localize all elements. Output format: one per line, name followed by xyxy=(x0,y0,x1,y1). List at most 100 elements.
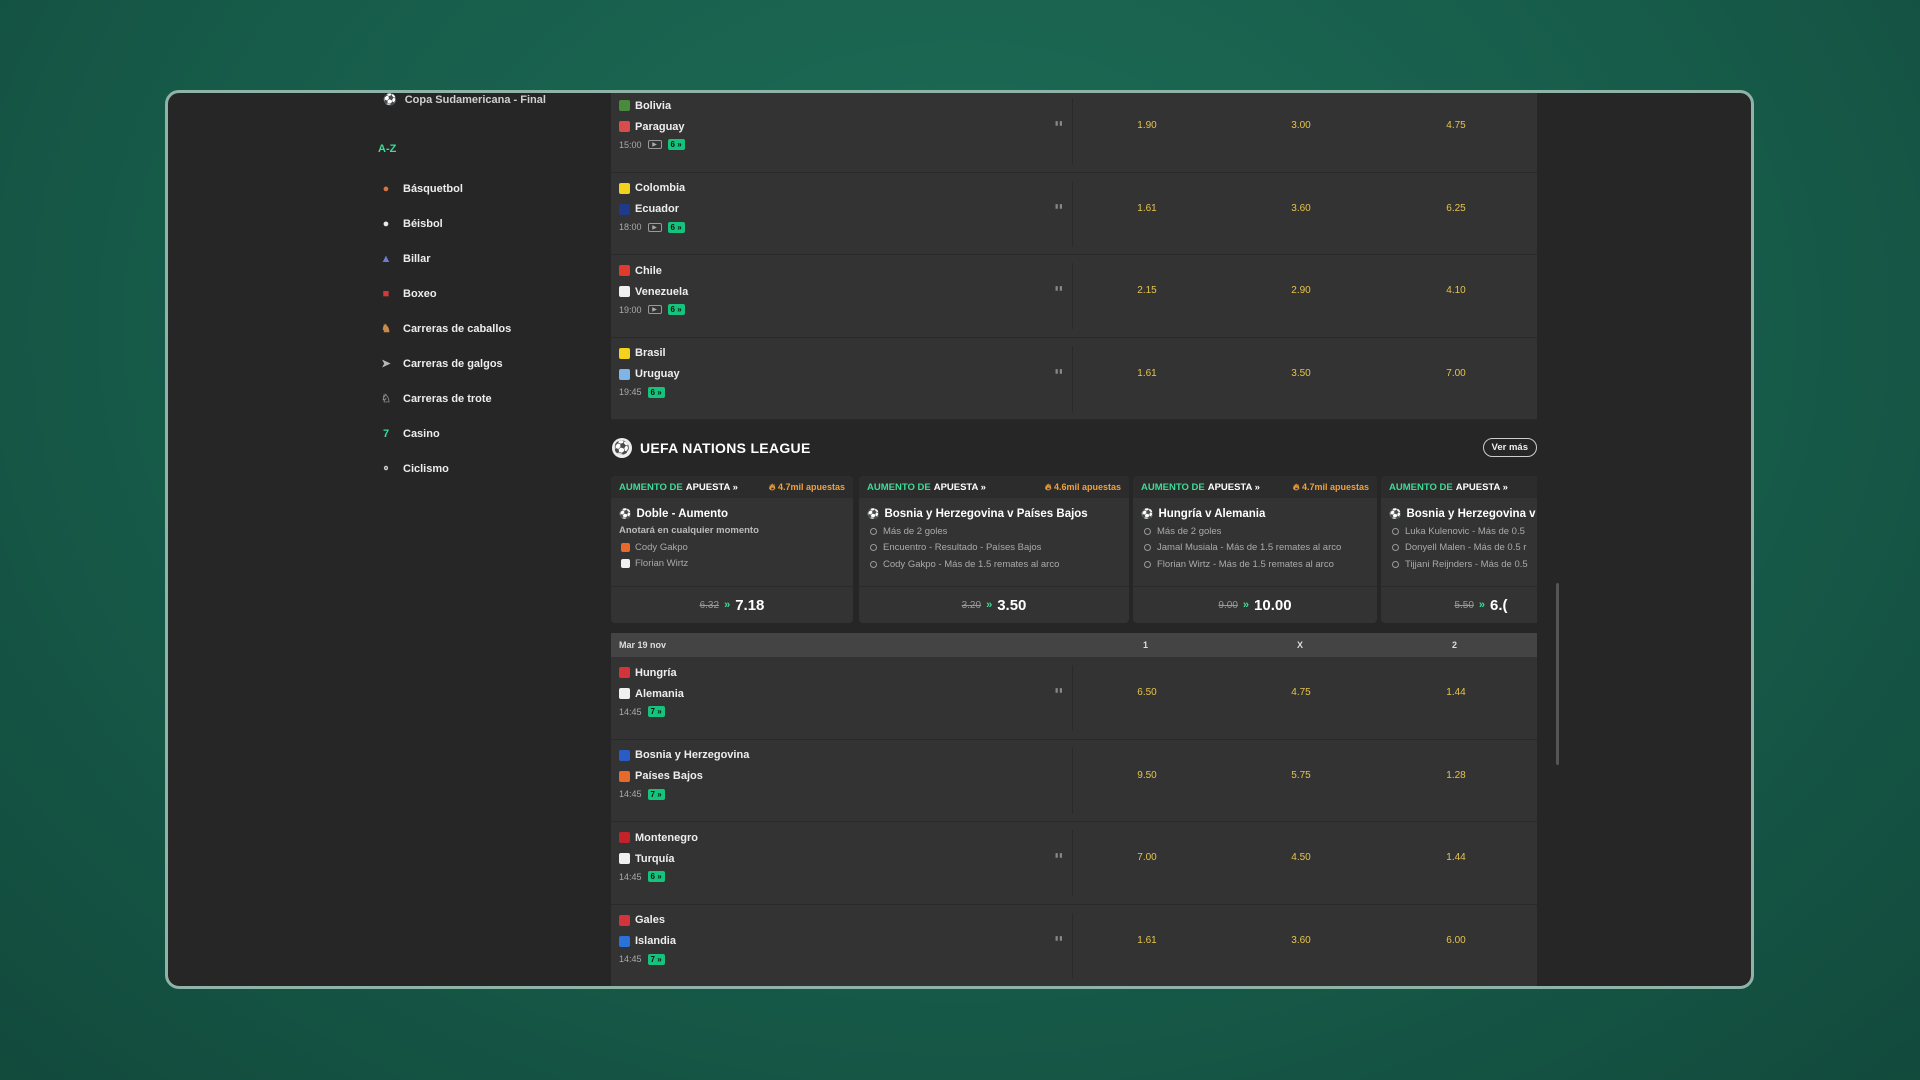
sidebar-item-sport[interactable]: ● Béisbol xyxy=(378,206,511,241)
team-home: Brasil xyxy=(619,343,680,364)
match-row[interactable]: Brasil Uruguay 19:45 6 » ▮▮ 1.61 3.50 7.00 xyxy=(611,337,1537,420)
sidebar-item-sport[interactable]: ⚬ Ciclismo xyxy=(378,451,511,486)
odds-draw-button[interactable]: 3.00 xyxy=(1271,120,1331,131)
boost-header: AUMENTO DE APUESTA » 🔥︎ 4.7mil apuestas xyxy=(1133,476,1377,498)
boost-price-button[interactable]: 3.20 » 3.50 xyxy=(859,586,1129,623)
markets-count-badge[interactable]: 6 » xyxy=(667,304,685,315)
boost-legs: Más de 2 goles Encuentro - Resultado - Pa… xyxy=(859,520,1129,573)
sidebar-item-label: Boxeo xyxy=(403,287,437,300)
horse-icon: ♞ xyxy=(381,323,391,335)
markets-count-badge[interactable]: 6 » xyxy=(667,221,685,233)
sidebar-item-label: Básquetbol xyxy=(403,182,463,195)
odds-home-button[interactable]: 6.50 xyxy=(1117,687,1177,698)
team-name: Gales xyxy=(635,914,665,926)
odds-home-button[interactable]: 1.61 xyxy=(1117,203,1177,214)
odds-home-button[interactable]: 1.61 xyxy=(1117,368,1177,379)
see-more-button[interactable]: Ver más xyxy=(1482,438,1537,457)
odds-away-button[interactable]: 7.00 xyxy=(1426,368,1486,379)
odds-home-button[interactable]: 1.90 xyxy=(1117,120,1177,131)
sidebar-item-sport[interactable]: ➤ Carreras de galgos xyxy=(378,346,511,381)
team-shirt-icon xyxy=(619,347,630,359)
stats-icon[interactable]: ▮▮ xyxy=(1055,687,1064,694)
stats-icon[interactable]: ▮▮ xyxy=(1055,368,1064,375)
sidebar-item-sport[interactable]: ♘ Carreras de trote xyxy=(378,381,511,416)
kickoff-time: 19:00 xyxy=(619,304,642,315)
odds-away-button[interactable]: 6.25 xyxy=(1426,203,1486,214)
boost-price-button[interactable]: 5.50 » 6.( xyxy=(1381,586,1537,623)
sidebar-item-sport[interactable]: ♞ Carreras de caballos xyxy=(378,311,511,346)
stats-icon[interactable]: ▮▮ xyxy=(1055,852,1064,859)
markets-count-badge[interactable]: 6 » xyxy=(647,871,665,882)
match-row[interactable]: Hungría Alemania 14:45 7 » ▮▮ 6.50 4.75 1.44 xyxy=(611,657,1537,740)
stats-icon[interactable]: ▮▮ xyxy=(1055,285,1064,292)
stats-icon[interactable]: ▮▮ xyxy=(1055,203,1064,210)
live-stream-icon[interactable]: ▶ xyxy=(647,140,662,149)
boost-card[interactable]: AUMENTO DE APUESTA » 🔥︎ 4.7mil apuestas ⚽ Do… xyxy=(611,476,853,623)
odds-away-button[interactable]: 1.44 xyxy=(1426,852,1486,863)
team-name: Ecuador xyxy=(635,203,680,215)
match-row[interactable]: Chile Venezuela 19:00 ▶ 6 » ▮▮ 2.15 2.90 4.10 xyxy=(611,255,1537,338)
sidebar-item-copa-sudamericana[interactable]: ⚽ Copa Sudamericana - Final xyxy=(383,93,546,107)
odds-draw-button[interactable]: 2.90 xyxy=(1271,285,1331,296)
markets-count-badge[interactable]: 7 » xyxy=(647,788,665,800)
boost-tag-suffix: APUESTA » xyxy=(1207,481,1260,493)
scrollbar[interactable] xyxy=(1556,583,1559,765)
markets-count-badge[interactable]: 7 » xyxy=(647,953,665,965)
column-away: 2 xyxy=(1452,640,1458,650)
odds-draw-button[interactable]: 5.75 xyxy=(1271,770,1331,781)
odds-draw-button[interactable]: 3.50 xyxy=(1271,368,1331,379)
boost-card[interactable]: AUMENTO DE APUESTA » ⚽ Bosnia y Herzegovina… xyxy=(1381,476,1537,623)
boost-title: ⚽ Doble - Aumento xyxy=(611,498,853,520)
live-stream-icon[interactable]: ▶ xyxy=(647,305,662,314)
match-teams: Hungría Alemania 14:45 7 » xyxy=(619,662,684,717)
markets-count-badge[interactable]: 6 » xyxy=(667,139,685,150)
boost-title-text: Doble - Aumento xyxy=(636,508,729,520)
sidebar-item-sport[interactable]: ● Básquetbol xyxy=(378,171,511,206)
markets-count-badge[interactable]: 7 » xyxy=(647,706,665,717)
boost-card[interactable]: AUMENTO DE APUESTA » 🔥︎ 4.6mil apuestas ⚽ Bo… xyxy=(859,476,1129,623)
odds-away-button[interactable]: 4.75 xyxy=(1426,120,1486,131)
team-name: Hungría xyxy=(635,666,677,679)
odds-home-button[interactable]: 7.00 xyxy=(1117,852,1177,863)
odds-away-button[interactable]: 1.44 xyxy=(1426,687,1486,698)
odds-draw-button[interactable]: 3.60 xyxy=(1271,935,1331,946)
match-row[interactable]: Bosnia y Herzegovina Países Bajos 14:45 7 »… xyxy=(611,739,1537,822)
live-stream-icon[interactable]: ▶ xyxy=(647,222,662,232)
team-shirt-icon xyxy=(619,749,630,761)
odds-away-button[interactable]: 1.28 xyxy=(1426,770,1486,781)
match-row[interactable]: Colombia Ecuador 18:00 ▶ 6 » ▮▮ 1.61 3.60 6.25 xyxy=(611,172,1537,255)
odds-home-button[interactable]: 2.15 xyxy=(1117,285,1177,296)
sidebar-item-sport[interactable]: ■ Boxeo xyxy=(378,276,511,311)
team-shirt-icon xyxy=(619,182,630,194)
soccer-ball-icon: ⚽ xyxy=(1389,508,1402,520)
odds-away-button[interactable]: 6.00 xyxy=(1426,935,1486,946)
kickoff-time: 14:45 xyxy=(619,954,642,964)
odds-away-button[interactable]: 4.10 xyxy=(1426,285,1486,296)
boost-leg-text: Cody Gakpo - Más de 1.5 remates al arco xyxy=(883,558,1060,570)
match-row[interactable]: Montenegro Turquía 14:45 6 » ▮▮ 7.00 4.50 1.44 xyxy=(611,822,1537,905)
odds-draw-button[interactable]: 4.75 xyxy=(1271,687,1331,698)
team-shirt-icon xyxy=(619,286,630,297)
boost-arrow-icon: » xyxy=(724,599,731,611)
team-away: Uruguay xyxy=(619,364,680,385)
boost-card[interactable]: AUMENTO DE APUESTA » 🔥︎ 4.7mil apuestas ⚽ Hu… xyxy=(1133,476,1377,623)
odds-home-button[interactable]: 1.61 xyxy=(1117,935,1177,946)
soccer-ball-icon: ⚽ xyxy=(867,508,880,520)
markets-count-badge[interactable]: 6 » xyxy=(647,386,665,398)
trotting-icon: ♘ xyxy=(381,393,391,405)
boost-leg: Florian Wirtz xyxy=(611,556,853,573)
stats-icon[interactable]: ▮▮ xyxy=(1055,120,1064,127)
odds-draw-button[interactable]: 3.60 xyxy=(1271,203,1331,214)
sidebar-item-sport[interactable]: ▲ Billar xyxy=(378,241,511,276)
team-shirt-icon xyxy=(619,770,630,782)
boost-price-button[interactable]: 9.00 » 10.00 xyxy=(1133,586,1377,623)
sidebar-item-sport[interactable]: 7 Casino xyxy=(378,416,511,451)
match-row[interactable]: Bolivia Paraguay 15:00 ▶ 6 » ▮▮ 1.90 3.00 4.75 xyxy=(611,93,1537,173)
boost-price-button[interactable]: 6.32 » 7.18 xyxy=(611,586,853,623)
odds-draw-button[interactable]: 4.50 xyxy=(1271,852,1331,863)
team-name: Alemania xyxy=(635,687,684,700)
match-row[interactable]: Gales Islandia 14:45 7 » ▮▮ 1.61 3.60 6.00 xyxy=(611,904,1537,986)
divider xyxy=(1072,180,1073,247)
stats-icon[interactable]: ▮▮ xyxy=(1055,935,1064,942)
odds-home-button[interactable]: 9.50 xyxy=(1117,770,1177,781)
